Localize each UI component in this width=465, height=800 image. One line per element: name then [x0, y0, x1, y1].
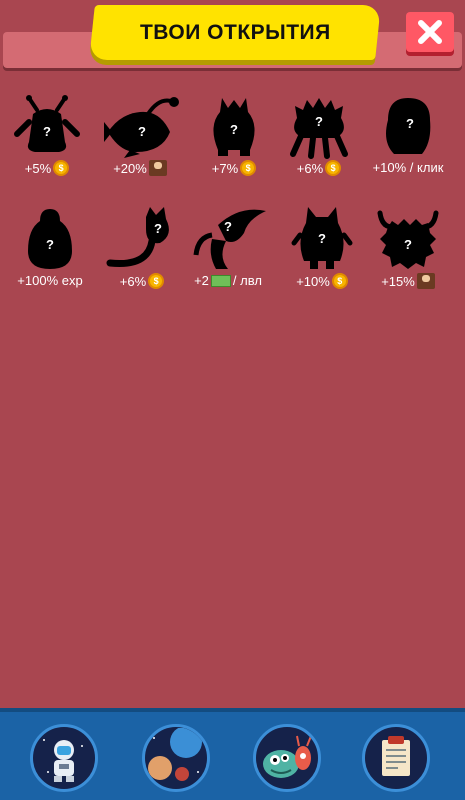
- notes-nav-icon: [382, 736, 410, 776]
- notes-nav-button[interactable]: [362, 724, 430, 792]
- svg-text:?: ?: [154, 221, 162, 236]
- round-blob-silhouette: ?: [386, 98, 431, 154]
- bonus-label: +15%: [381, 273, 435, 289]
- cash-icon: [210, 274, 231, 287]
- discovery-item[interactable]: ? +10% / клик: [364, 92, 452, 198]
- twin-eared-blob-silhouette: ?: [213, 98, 255, 156]
- bonus-label: +7% $: [212, 160, 257, 176]
- winged-beast-silhouette: ?: [193, 209, 266, 269]
- svg-text:?: ?: [138, 124, 146, 139]
- discovery-item[interactable]: ? +20%: [96, 92, 184, 198]
- bonus-label: +2 / лвл: [194, 273, 262, 288]
- svg-text:?: ?: [230, 122, 238, 137]
- coin-icon: $: [53, 160, 70, 176]
- discoveries-row-1: ? +5% $ ? +20% ? +7% $ ? +6% $ ? +10% / …: [0, 92, 465, 202]
- bottom-nav: [0, 708, 465, 800]
- discovery-item[interactable]: ? +6% $: [275, 92, 363, 198]
- aliens-nav-icon: [263, 735, 312, 778]
- bonus-label: +6% $: [120, 273, 165, 289]
- svg-text:?: ?: [43, 124, 51, 139]
- furry-horned-silhouette: ?: [377, 210, 439, 269]
- discovery-item[interactable]: ? +2 / лвл: [184, 205, 272, 311]
- aliens-nav-button[interactable]: [253, 724, 321, 792]
- coin-icon: $: [325, 160, 342, 176]
- worker-icon: [416, 273, 435, 289]
- close-icon: [418, 20, 442, 44]
- discovery-item[interactable]: ? +6% $: [98, 205, 186, 311]
- discovery-item[interactable]: ? +15%: [364, 205, 452, 311]
- coin-icon: $: [331, 273, 348, 289]
- svg-text:?: ?: [318, 231, 326, 246]
- penguin-blob-silhouette: ?: [28, 209, 72, 269]
- planets-nav-icon: [148, 728, 202, 781]
- planets-nav-button[interactable]: [142, 724, 210, 792]
- cat-tail-silhouette: ?: [106, 207, 169, 268]
- title-badge: ТВОИ ОТКРЫТИЯ: [89, 5, 381, 60]
- discovery-item[interactable]: ? +5% $: [3, 92, 91, 198]
- antenna-creature-silhouette: ?: [14, 95, 80, 152]
- svg-text:?: ?: [406, 116, 414, 131]
- coin-icon: $: [148, 273, 165, 289]
- astronaut-nav-button[interactable]: [30, 724, 98, 792]
- discovery-item[interactable]: ? +10% $: [278, 205, 366, 311]
- bonus-label: +10% / клик: [372, 160, 444, 175]
- discoveries-grid: ? +5% $ ? +20% ? +7% $ ? +6% $ ? +10% / …: [0, 92, 465, 315]
- coin-icon: $: [240, 160, 257, 176]
- anglerfish-silhouette: ?: [104, 97, 179, 158]
- svg-text:?: ?: [46, 237, 54, 252]
- bonus-label: +6% $: [297, 160, 342, 176]
- page-title: ТВОИ ОТКРЫТИЯ: [139, 20, 331, 44]
- worker-icon: [148, 160, 167, 176]
- discoveries-row-2: ? +100% exp ? +6% $ ? +2 / лвл ? +10% $ …: [0, 205, 465, 315]
- spiky-walker-silhouette: ?: [290, 98, 348, 159]
- top-bar: ТВОИ ОТКРЫТИЯ: [0, 0, 465, 70]
- close-button[interactable]: [406, 12, 454, 52]
- svg-text:?: ?: [404, 237, 412, 252]
- svg-text:?: ?: [224, 219, 232, 234]
- bonus-label: +20%: [113, 160, 167, 176]
- horned-owl-silhouette: ?: [291, 207, 353, 269]
- discovery-item[interactable]: ? +7% $: [190, 92, 278, 198]
- svg-text:?: ?: [315, 114, 323, 129]
- bonus-label: +100% exp: [17, 273, 83, 288]
- bonus-label: +5% $: [25, 160, 70, 176]
- astronaut-nav-icon: [43, 739, 83, 782]
- discovery-item[interactable]: ? +100% exp: [6, 205, 94, 311]
- bonus-label: +10% $: [296, 273, 348, 289]
